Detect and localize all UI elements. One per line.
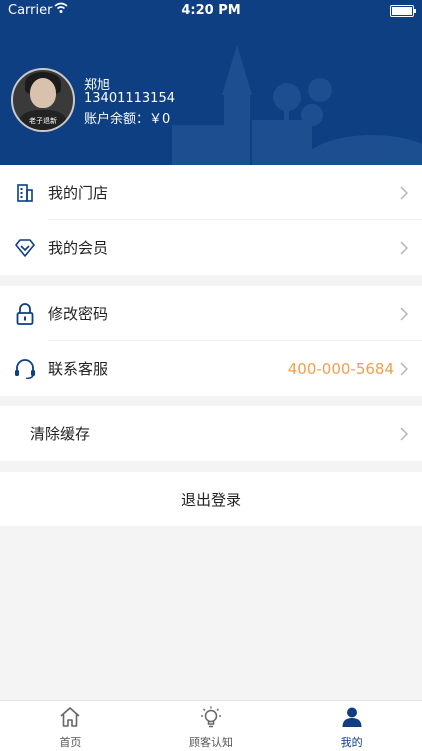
logout-button[interactable]: 退出登录 bbox=[0, 472, 422, 526]
profile-header: Carrier 4:20 PM 老子退新 郑旭 13401113154 账户余额… bbox=[0, 0, 422, 165]
lock-icon bbox=[14, 302, 36, 325]
clock: 4:20 PM bbox=[181, 3, 241, 18]
menu-item-label: 我的会员 bbox=[48, 239, 109, 257]
account-balance: 账户余额：￥0 bbox=[84, 112, 171, 127]
chevron-right-icon bbox=[398, 240, 410, 255]
tab-home[interactable]: 首页 bbox=[0, 701, 141, 751]
menu-item-my-store[interactable]: 我的门店 bbox=[0, 165, 422, 220]
tab-label: 首页 bbox=[59, 736, 82, 749]
menu-item-label: 清除缓存 bbox=[30, 425, 91, 443]
menu-item-change-password[interactable]: 修改密码 bbox=[0, 286, 422, 341]
building-icon bbox=[14, 182, 36, 204]
home-icon bbox=[59, 706, 81, 732]
logout-label: 退出登录 bbox=[180, 490, 241, 509]
battery-icon bbox=[390, 5, 416, 17]
user-icon bbox=[341, 706, 363, 732]
user-phone: 13401113154 bbox=[84, 91, 175, 106]
avatar[interactable]: 老子退新 bbox=[11, 68, 75, 132]
tab-label: 我的 bbox=[340, 736, 363, 749]
menu-item-my-member[interactable]: 我的会员 bbox=[0, 220, 422, 275]
tab-customer-insight[interactable]: 顾客认知 bbox=[141, 701, 282, 751]
lightbulb-icon bbox=[199, 706, 223, 732]
tab-bar: 首页 顾客认知 我的 bbox=[0, 700, 422, 751]
menu-group-cache: 清除缓存 bbox=[0, 406, 422, 461]
avatar-caption: 老子退新 bbox=[29, 117, 57, 125]
tab-mine[interactable]: 我的 bbox=[281, 701, 422, 751]
menu-item-label: 联系客服 bbox=[48, 360, 109, 378]
menu-item-contact-service[interactable]: 联系客服 400-000-5684 bbox=[0, 341, 422, 396]
menu-item-label: 我的门店 bbox=[48, 184, 109, 202]
chevron-right-icon bbox=[398, 185, 410, 200]
menu-group-store: 我的门店 我的会员 bbox=[0, 165, 422, 275]
menu-group-account: 修改密码 联系客服 400-000-5684 bbox=[0, 286, 422, 396]
service-phone[interactable]: 400-000-5684 bbox=[288, 360, 394, 378]
headset-icon bbox=[14, 358, 36, 380]
diamond-icon bbox=[14, 237, 36, 259]
chevron-right-icon bbox=[398, 361, 410, 376]
menu-item-clear-cache[interactable]: 清除缓存 bbox=[0, 406, 422, 461]
tab-label: 顾客认知 bbox=[189, 736, 233, 749]
menu-item-label: 修改密码 bbox=[48, 305, 109, 323]
status-bar: Carrier 4:20 PM bbox=[0, 0, 422, 22]
chevron-right-icon bbox=[398, 426, 410, 441]
chevron-right-icon bbox=[398, 306, 410, 321]
village-illustration bbox=[172, 45, 422, 165]
